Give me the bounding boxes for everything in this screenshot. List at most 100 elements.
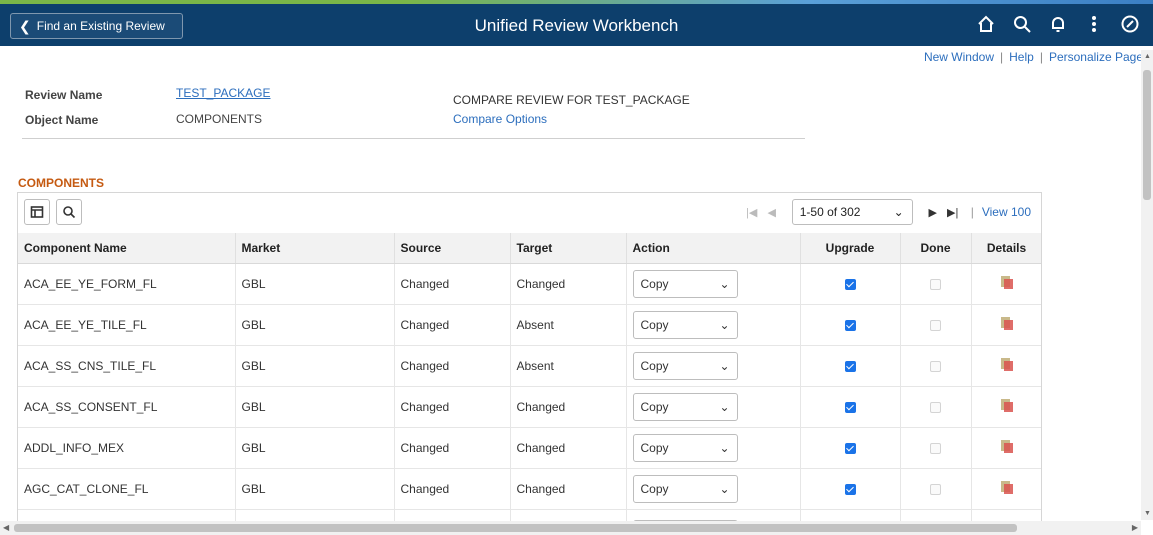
- done-checkbox[interactable]: [930, 483, 941, 495]
- chevron-down-icon: ⌄: [719, 317, 730, 332]
- market-cell: GBL: [235, 345, 395, 387]
- chevron-down-icon: ⌄: [719, 358, 730, 373]
- upgrade-checkbox[interactable]: [844, 360, 856, 372]
- scroll-right-icon[interactable]: ▶: [1132, 523, 1138, 532]
- component-name-cell: ACA_EE_YE_FORM_FL: [18, 263, 236, 305]
- column-header-details[interactable]: Details: [971, 233, 1041, 264]
- personalize-page-link[interactable]: Personalize Page: [1049, 50, 1143, 64]
- column-header-market[interactable]: Market: [235, 233, 395, 264]
- component-name-cell: ACA_SS_CONSENT_FL: [18, 386, 236, 428]
- grid-pager: |◀ ◀ 1-50 of 302 ⌄ ▶ ▶| | View 100: [742, 199, 1031, 225]
- find-existing-review-button[interactable]: ❮ Find an Existing Review: [10, 13, 183, 39]
- action-select[interactable]: Copy ⌄: [632, 392, 738, 421]
- column-header-component-name[interactable]: Component Name: [18, 233, 236, 264]
- table-row: ACA_SS_CONSENT_FL GBL Changed Changed Copy ⌄: [18, 386, 1041, 428]
- component-name-cell: AGC_CAT_CLONE_FL: [18, 468, 236, 510]
- personalize-grid-button[interactable]: [24, 199, 50, 225]
- components-table: Component Name Market Source Target Acti…: [18, 233, 1041, 522]
- upgrade-cell: [800, 386, 901, 428]
- next-page-icon[interactable]: ▶: [923, 206, 943, 219]
- column-header-source[interactable]: Source: [394, 233, 511, 264]
- previous-page-icon[interactable]: ◀: [762, 206, 782, 219]
- grid-find-button[interactable]: [56, 199, 82, 225]
- action-select[interactable]: Copy ⌄: [632, 310, 738, 339]
- link-separator: |: [1039, 50, 1043, 64]
- column-header-target[interactable]: Target: [510, 233, 627, 264]
- action-select[interactable]: Copy ⌄: [632, 433, 738, 462]
- scroll-down-icon[interactable]: ▼: [1144, 510, 1151, 517]
- done-cell: [900, 427, 972, 469]
- chevron-left-icon: ❮: [19, 18, 31, 34]
- review-name-link[interactable]: TEST_PACKAGE: [176, 86, 270, 100]
- top-links: New Window | Help | Personalize Page: [924, 50, 1143, 64]
- upgrade-checkbox[interactable]: [844, 483, 856, 495]
- first-page-icon[interactable]: |◀: [742, 206, 762, 219]
- action-cell: Copy ⌄: [626, 468, 801, 510]
- action-cell: Copy ⌄: [626, 427, 801, 469]
- more-icon[interactable]: [1083, 12, 1105, 36]
- action-select-value: Copy: [640, 358, 669, 373]
- scroll-up-icon[interactable]: ▲: [1144, 53, 1151, 60]
- column-header-upgrade[interactable]: Upgrade: [800, 233, 901, 264]
- details-icon[interactable]: [1000, 275, 1013, 289]
- home-icon[interactable]: [975, 12, 997, 36]
- action-cell: Copy ⌄: [626, 386, 801, 428]
- grid-settings-icon: [30, 206, 44, 218]
- market-cell: GBL: [235, 427, 395, 469]
- horizontal-scroll-thumb[interactable]: [14, 524, 1017, 532]
- search-icon[interactable]: [1011, 12, 1033, 36]
- done-checkbox[interactable]: [930, 442, 941, 454]
- source-cell: Changed: [394, 304, 511, 346]
- new-window-link[interactable]: New Window: [924, 50, 994, 64]
- upgrade-checkbox[interactable]: [844, 278, 856, 290]
- compare-options-link[interactable]: Compare Options: [453, 112, 547, 126]
- help-link[interactable]: Help: [1009, 50, 1034, 64]
- table-row: ACA_SS_CNS_TILE_FL GBL Changed Absent Copy ⌄: [18, 345, 1041, 387]
- details-icon[interactable]: [1000, 357, 1013, 371]
- column-header-done[interactable]: Done: [900, 233, 972, 264]
- horizontal-scrollbar[interactable]: ◀ ▶: [0, 521, 1141, 535]
- details-cell: [971, 345, 1041, 387]
- action-select[interactable]: Copy ⌄: [632, 474, 738, 503]
- action-select[interactable]: Copy ⌄: [632, 351, 738, 380]
- object-name-label: Object Name: [25, 113, 99, 127]
- target-cell: Changed: [510, 468, 627, 510]
- done-cell: [900, 468, 972, 510]
- view-100-link[interactable]: View 100: [982, 205, 1031, 219]
- done-checkbox[interactable]: [930, 278, 941, 290]
- last-page-icon[interactable]: ▶|: [943, 206, 963, 219]
- compass-icon[interactable]: [1119, 12, 1141, 36]
- done-checkbox[interactable]: [930, 401, 941, 413]
- page-range-select[interactable]: 1-50 of 302 ⌄: [791, 199, 913, 225]
- scroll-left-icon[interactable]: ◀: [3, 523, 9, 532]
- bell-icon[interactable]: [1047, 12, 1069, 36]
- grid-section-title: COMPONENTS: [18, 176, 105, 190]
- component-name-cell: ADDL_INFO_MEX: [18, 427, 236, 469]
- details-icon[interactable]: [1000, 480, 1013, 494]
- column-header-action[interactable]: Action: [626, 233, 801, 264]
- done-cell: [900, 304, 972, 346]
- source-cell: Changed: [394, 427, 511, 469]
- pager-separator: |: [970, 205, 974, 219]
- upgrade-checkbox[interactable]: [844, 401, 856, 413]
- details-cell: [971, 263, 1041, 305]
- action-select-value: Copy: [640, 276, 669, 291]
- target-cell: Changed: [510, 386, 627, 428]
- done-checkbox[interactable]: [930, 360, 941, 372]
- market-cell: GBL: [235, 263, 395, 305]
- action-select[interactable]: Copy ⌄: [632, 269, 738, 298]
- details-icon[interactable]: [1000, 398, 1013, 412]
- details-icon[interactable]: [1000, 439, 1013, 453]
- target-cell: Absent: [510, 304, 627, 346]
- vertical-scroll-thumb[interactable]: [1143, 70, 1151, 200]
- upgrade-checkbox[interactable]: [844, 319, 856, 331]
- upgrade-cell: [800, 263, 901, 305]
- done-checkbox[interactable]: [930, 319, 941, 331]
- upgrade-checkbox[interactable]: [844, 442, 856, 454]
- details-icon[interactable]: [1000, 316, 1013, 330]
- vertical-scrollbar[interactable]: ▲ ▼: [1141, 50, 1153, 520]
- chevron-down-icon: ⌄: [719, 481, 730, 496]
- component-name-cell: ACA_EE_YE_TILE_FL: [18, 304, 236, 346]
- target-cell: Changed: [510, 427, 627, 469]
- header-actions: [975, 12, 1141, 36]
